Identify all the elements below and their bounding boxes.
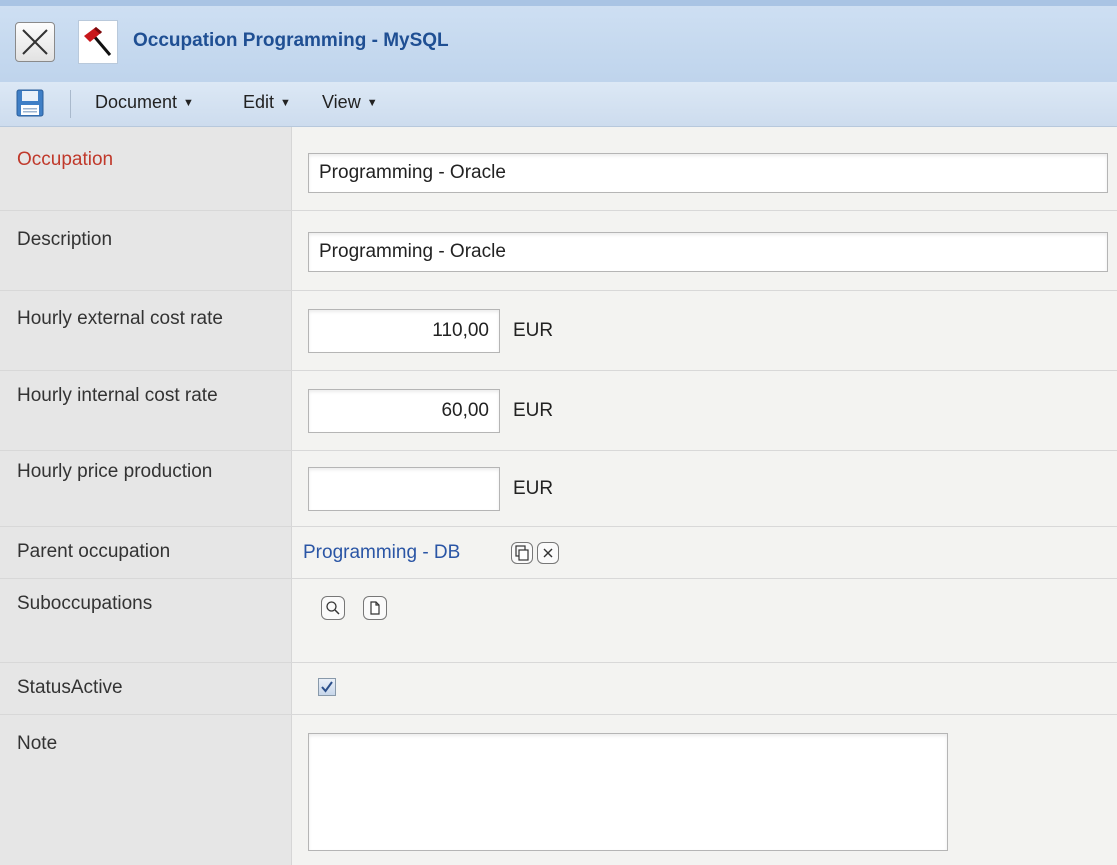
row-parent-occupation: Parent occupation Programming - DB — [0, 527, 1117, 579]
suboccupations-label: Suboccupations — [17, 593, 153, 614]
clear-button[interactable] — [537, 542, 559, 564]
titlebar-top-line — [0, 0, 1117, 6]
currency-label: EUR — [513, 320, 554, 341]
row-external-rate: Hourly external cost rate 110,00 EUR — [0, 291, 1117, 371]
external-rate-input[interactable]: 110,00 — [308, 309, 500, 353]
row-suboccupations: Suboccupations — [0, 579, 1117, 663]
checkmark-icon — [321, 681, 333, 693]
value-cell — [292, 579, 1117, 662]
row-occupation: Occupation Programming - Oracle — [0, 127, 1117, 211]
menu-view[interactable]: View ▼ — [322, 92, 378, 113]
label-cell: Note — [0, 715, 292, 865]
copy-icon — [515, 545, 529, 561]
value-cell: Programming - Oracle — [292, 127, 1117, 210]
copy-button[interactable] — [511, 542, 533, 564]
toolbar-separator — [70, 90, 71, 118]
hammer-icon — [78, 20, 118, 64]
value-cell: Programming - DB — [292, 527, 1117, 578]
label-cell: Hourly internal cost rate — [0, 371, 292, 450]
description-input[interactable]: Programming - Oracle — [308, 232, 1108, 272]
floppy-disk-icon — [16, 89, 44, 117]
price-production-label: Hourly price production — [17, 461, 213, 482]
currency-label: EUR — [513, 478, 554, 499]
row-internal-rate: Hourly internal cost rate 60,00 EUR — [0, 371, 1117, 451]
note-label: Note — [17, 733, 58, 754]
note-textarea[interactable] — [308, 733, 948, 851]
description-label: Description — [17, 229, 113, 250]
row-description: Description Programming - Oracle — [0, 211, 1117, 291]
label-cell: Suboccupations — [0, 579, 292, 662]
occupation-input[interactable]: Programming - Oracle — [308, 153, 1108, 193]
search-icon — [326, 601, 340, 615]
menu-document[interactable]: Document ▼ — [95, 92, 194, 113]
label-cell: Hourly price production — [0, 451, 292, 526]
status-active-checkbox[interactable] — [318, 678, 336, 696]
occupation-label: Occupation — [17, 149, 114, 170]
internal-rate-label: Hourly internal cost rate — [17, 385, 218, 406]
currency-label: EUR — [513, 400, 554, 421]
value-cell: 110,00 EUR — [292, 291, 1117, 370]
label-cell: Parent occupation — [0, 527, 292, 578]
menu-edit-label: Edit — [243, 92, 275, 112]
chevron-down-icon: ▼ — [366, 97, 378, 109]
window-titlebar: Occupation Programming - MySQL — [0, 0, 1117, 82]
menu-view-label: View — [322, 92, 361, 112]
label-cell: Hourly external cost rate — [0, 291, 292, 370]
document-icon — [370, 601, 380, 615]
chevron-down-icon: ▼ — [280, 97, 291, 109]
label-cell: StatusActive — [0, 663, 292, 714]
status-active-label: StatusActive — [17, 677, 123, 698]
parent-occupation-link[interactable]: Programming - DB — [303, 542, 460, 564]
menu-document-label: Document — [95, 92, 178, 112]
external-rate-label: Hourly external cost rate — [17, 308, 223, 329]
toolbar: Document ▼ Edit ▼ View ▼ — [0, 82, 1117, 127]
value-cell — [292, 663, 1117, 714]
close-button[interactable] — [15, 22, 55, 62]
close-icon — [22, 29, 48, 55]
label-cell: Description — [0, 211, 292, 290]
price-production-input[interactable] — [308, 467, 500, 511]
row-price-production: Hourly price production EUR — [0, 451, 1117, 527]
row-note: Note — [0, 715, 1117, 865]
parent-occupation-label: Parent occupation — [17, 541, 171, 562]
value-cell: Programming - Oracle — [292, 211, 1117, 290]
search-button[interactable] — [321, 596, 345, 620]
close-icon — [543, 548, 553, 558]
value-cell: 60,00 EUR — [292, 371, 1117, 450]
label-cell: Occupation — [0, 127, 292, 210]
menu-edit[interactable]: Edit ▼ — [243, 92, 291, 113]
value-cell: EUR — [292, 451, 1117, 526]
internal-rate-input[interactable]: 60,00 — [308, 389, 500, 433]
window-title: Occupation Programming - MySQL — [133, 30, 449, 51]
value-cell — [292, 715, 1117, 865]
row-status: StatusActive — [0, 663, 1117, 715]
new-document-button[interactable] — [363, 596, 387, 620]
chevron-down-icon: ▼ — [183, 97, 194, 109]
save-button[interactable] — [14, 87, 46, 119]
